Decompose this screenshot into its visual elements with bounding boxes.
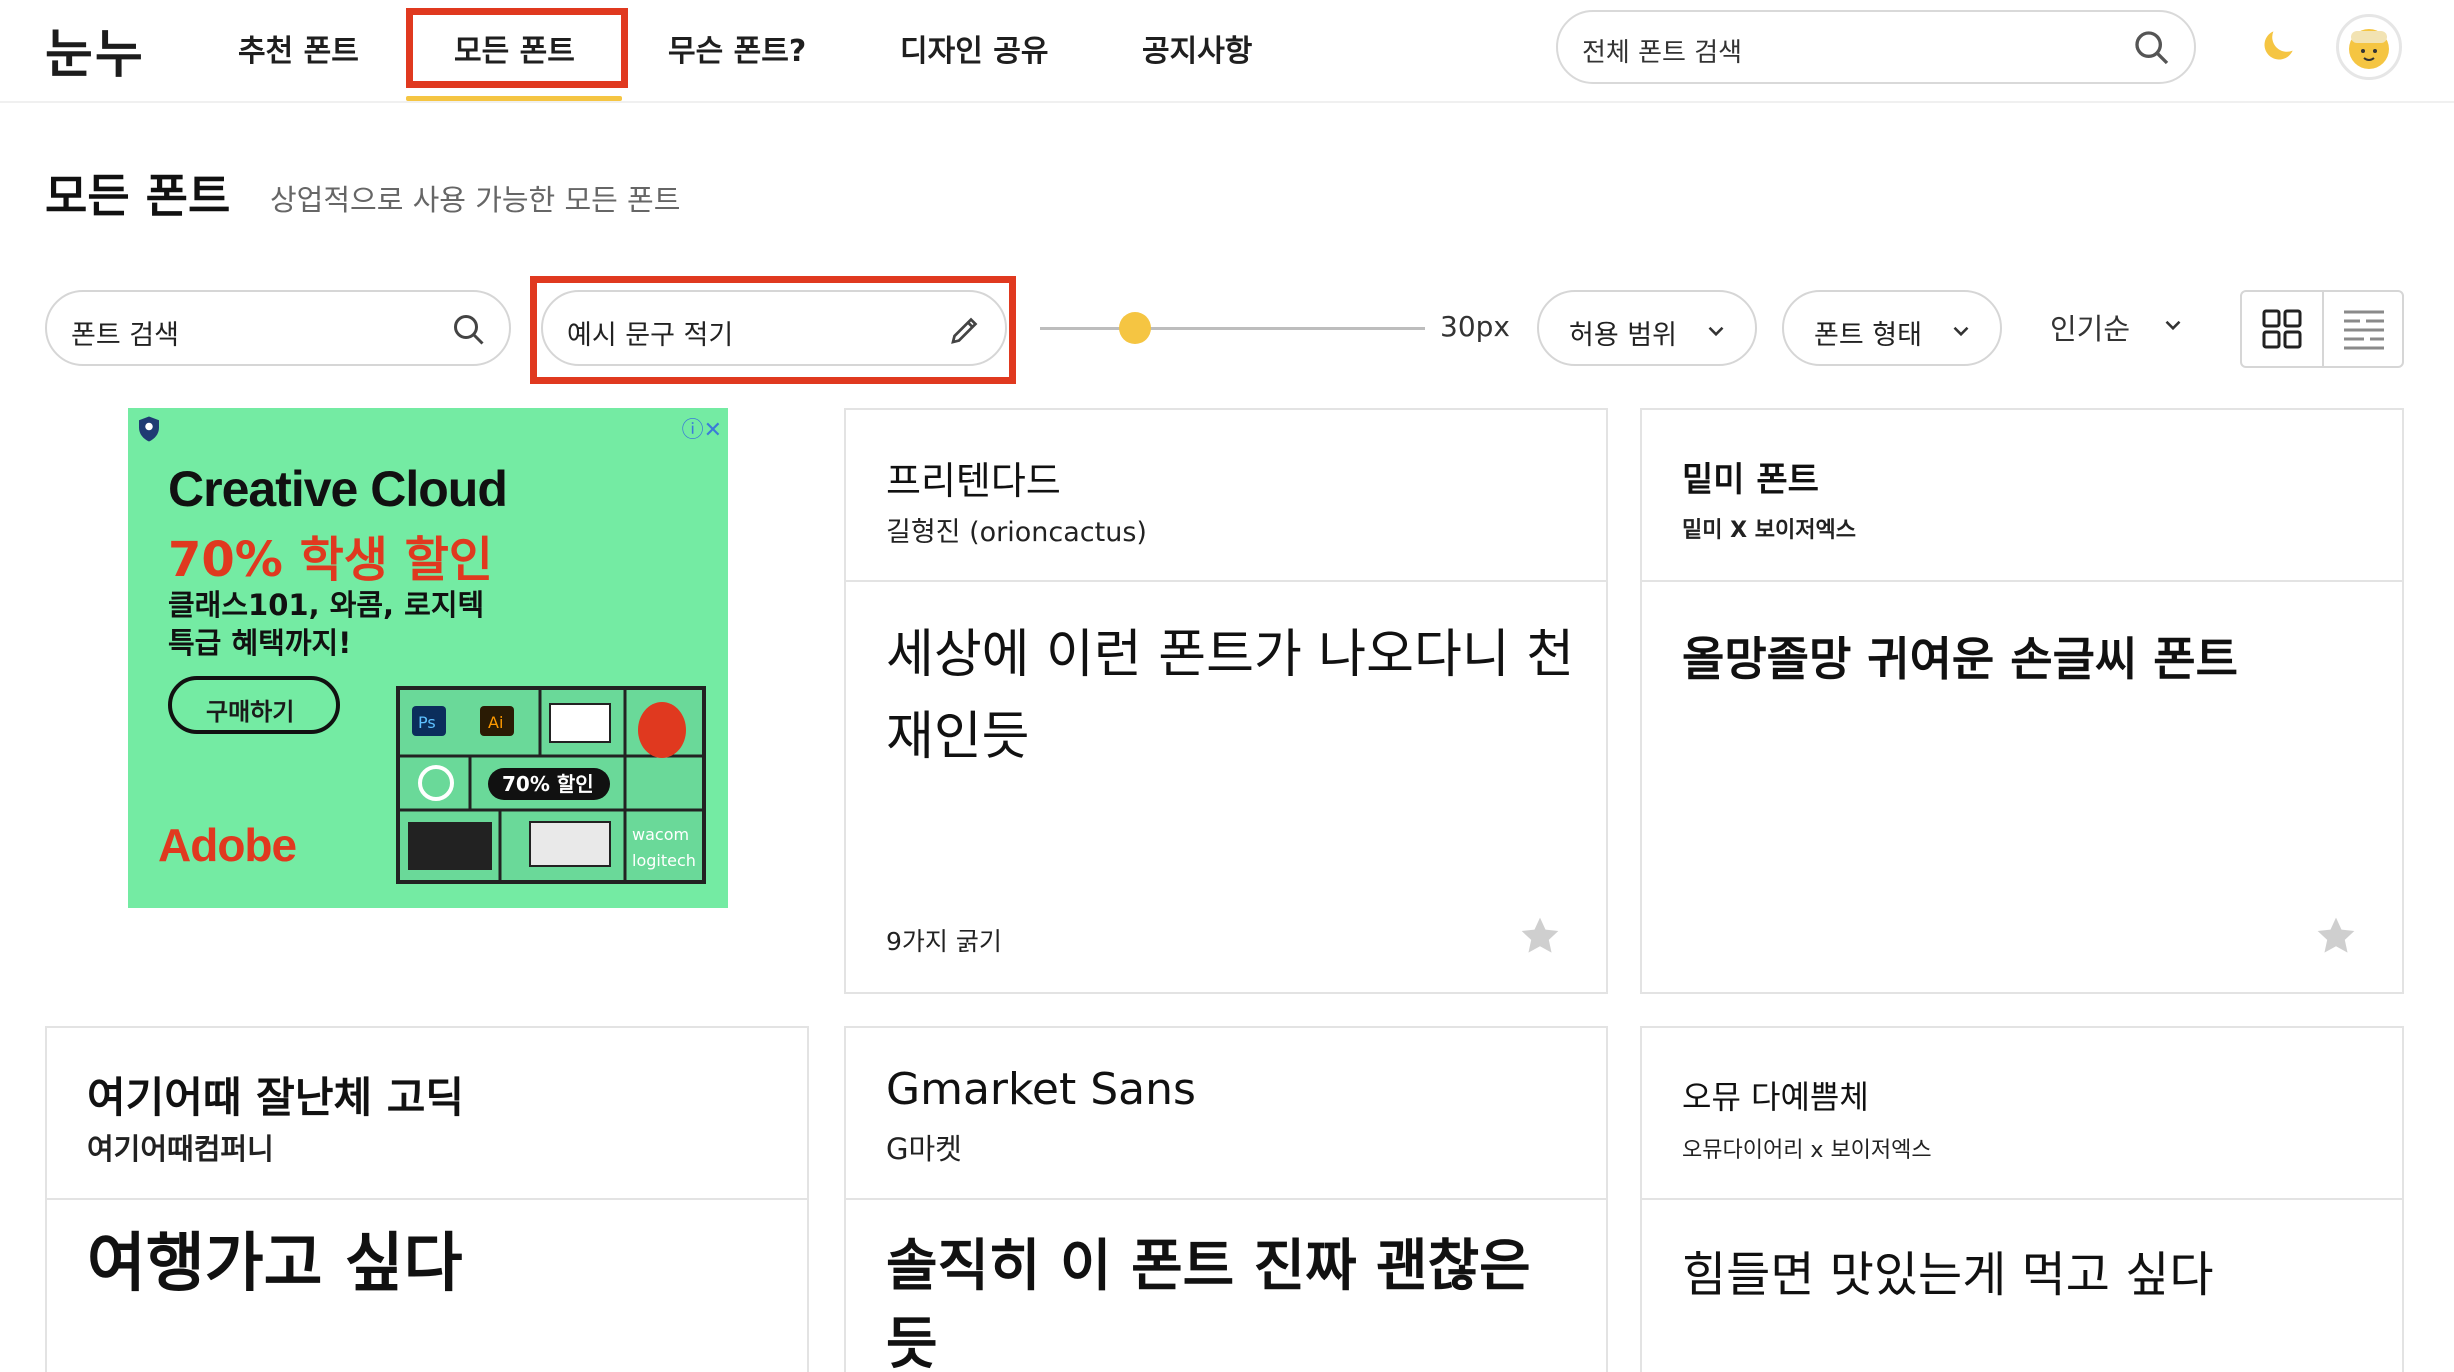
nav-notice[interactable]: 공지사항	[1142, 26, 1252, 70]
font-card-header: Gmarket Sans G마켓	[846, 1028, 1606, 1200]
site-logo[interactable]: 눈누	[45, 12, 145, 87]
avatar[interactable]	[2336, 14, 2402, 80]
license-dropdown[interactable]: 허용 범위	[1537, 290, 1757, 366]
avatar-face-icon	[2349, 29, 2389, 69]
font-maker[interactable]: 밑미 X 보이저엑스	[1682, 512, 1856, 544]
chevron-down-icon	[1708, 326, 1724, 337]
sort-dropdown[interactable]: 인기순	[2050, 306, 2130, 348]
view-toggle	[2240, 290, 2404, 368]
font-name[interactable]: 오뮤 다예쁨체	[1682, 1072, 1869, 1118]
svg-text:Ps: Ps	[418, 713, 436, 732]
ad-brand: Adobe	[158, 819, 297, 871]
star-icon[interactable]	[1518, 914, 1562, 958]
font-maker[interactable]: 여기어때컴퍼니	[87, 1126, 274, 1168]
page-title: 모든 폰트	[45, 169, 231, 223]
font-card[interactable]: Gmarket Sans G마켓 솔직히 이 폰트 진짜 괜찮은듯	[844, 1026, 1608, 1372]
nav-what-font[interactable]: 무슨 폰트?	[668, 26, 806, 70]
font-card[interactable]: 프리텐다드 길형진 (orioncactus) 세상에 이런 폰트가 나오다니 …	[844, 408, 1608, 994]
font-sample-text: 힘들면 맛있는게 먹고 싶다	[1682, 1247, 2214, 1303]
font-card[interactable]: 밑미 폰트 밑미 X 보이저엑스 올망졸망 귀여운 손글씨 폰트	[1640, 408, 2404, 994]
ad-choices-icon[interactable]: ⓘ✕	[682, 412, 722, 444]
list-icon	[2344, 310, 2384, 350]
font-name[interactable]: Gmarket Sans	[886, 1064, 1196, 1115]
moon-icon[interactable]	[2256, 24, 2300, 68]
font-card[interactable]: 여기어때 잘난체 고딕 여기어때컴퍼니 여행가고 싶다	[45, 1026, 809, 1372]
chevron-down-icon[interactable]	[2160, 312, 2186, 338]
annotation-highlight-nav	[406, 8, 628, 88]
ad-products-illustration: Ps Ai 70% 할인 wacom logitech	[400, 690, 702, 880]
annotation-highlight-sample	[530, 276, 1016, 384]
font-shape-dropdown-label: 폰트 형태	[1814, 320, 1922, 351]
font-sample-text: 여행가고 싶다	[87, 1227, 463, 1301]
global-search-placeholder: 전체 폰트 검색	[1582, 38, 1743, 68]
font-sample-text: 솔직히 이 폰트 진짜 괜찮은듯	[886, 1234, 1531, 1372]
font-size-slider-handle[interactable]	[1119, 312, 1151, 344]
ad-promo: 70% 학생 할인	[168, 532, 493, 588]
font-size-slider-track[interactable]	[1040, 327, 1425, 330]
grid-view-button[interactable]	[2242, 292, 2322, 366]
svg-text:logitech: logitech	[632, 851, 696, 870]
font-name[interactable]: 밑미 폰트	[1682, 452, 1819, 501]
ad-product-grid: Ps Ai 70% 할인 wacom logitech	[396, 686, 706, 884]
font-name[interactable]: 프리텐다드	[886, 450, 1061, 505]
global-search-input[interactable]: 전체 폰트 검색	[1556, 10, 2196, 84]
active-nav-indicator	[406, 96, 622, 101]
search-icon[interactable]	[2132, 28, 2172, 68]
ad-description: 클래스101, 와콤, 로지텍 특급 혜택까지!	[168, 588, 485, 660]
page-subtitle: 상업적으로 사용 가능한 모든 폰트	[270, 183, 681, 217]
search-icon[interactable]	[451, 312, 487, 348]
nav-recommended-fonts[interactable]: 추천 폰트	[238, 26, 359, 70]
top-header: 눈누 추천 폰트 모든 폰트 무슨 폰트? 디자인 공유 공지사항 전체 폰트 …	[0, 0, 2454, 103]
nav-design-share[interactable]: 디자인 공유	[900, 26, 1048, 70]
font-sample-text: 올망졸망 귀여운 손글씨 폰트	[1682, 632, 2238, 686]
font-card-header: 여기어때 잘난체 고딕 여기어때컴퍼니	[47, 1028, 807, 1200]
grid-icon	[2262, 309, 2302, 349]
font-maker[interactable]: 오뮤다이어리 x 보이저엑스	[1682, 1132, 1932, 1164]
font-search-input[interactable]: 폰트 검색	[45, 290, 511, 366]
ad-headline: Creative Cloud	[168, 461, 508, 517]
font-card-header: 프리텐다드 길형진 (orioncactus)	[846, 410, 1606, 582]
shield-icon	[139, 416, 159, 442]
font-weights: 9가지 굵기	[886, 927, 1002, 956]
ad-buy-label: 구매하기	[206, 698, 295, 726]
font-maker[interactable]: G마켓	[886, 1126, 962, 1168]
font-card-header: 밑미 폰트 밑미 X 보이저엑스	[1642, 410, 2402, 582]
svg-text:wacom: wacom	[632, 825, 689, 844]
chevron-down-icon	[1953, 326, 1969, 337]
font-shape-dropdown[interactable]: 폰트 형태	[1782, 290, 2002, 366]
font-name[interactable]: 여기어때 잘난체 고딕	[87, 1064, 464, 1125]
font-card-header: 오뮤 다예쁨체 오뮤다이어리 x 보이저엑스	[1642, 1028, 2402, 1200]
font-sample-text: 세상에 이런 폰트가 나오다니 천재인듯	[886, 625, 1575, 767]
font-card[interactable]: 오뮤 다예쁨체 오뮤다이어리 x 보이저엑스 힘들면 맛있는게 먹고 싶다	[1640, 1026, 2404, 1372]
svg-text:Ai: Ai	[488, 713, 503, 732]
font-search-placeholder: 폰트 검색	[71, 320, 179, 351]
license-dropdown-label: 허용 범위	[1569, 320, 1677, 351]
list-view-button[interactable]	[2324, 292, 2404, 366]
adobe-advertisement[interactable]: ⓘ✕ Creative Cloud 70% 학생 할인 클래스101, 와콤, …	[128, 408, 728, 908]
ad-buy-button[interactable]: 구매하기	[168, 676, 340, 734]
font-maker[interactable]: 길형진 (orioncactus)	[886, 510, 1147, 549]
star-icon[interactable]	[2314, 914, 2358, 958]
font-size-value: 30px	[1440, 310, 1510, 343]
ad-discount-badge: 70% 할인	[502, 772, 594, 796]
